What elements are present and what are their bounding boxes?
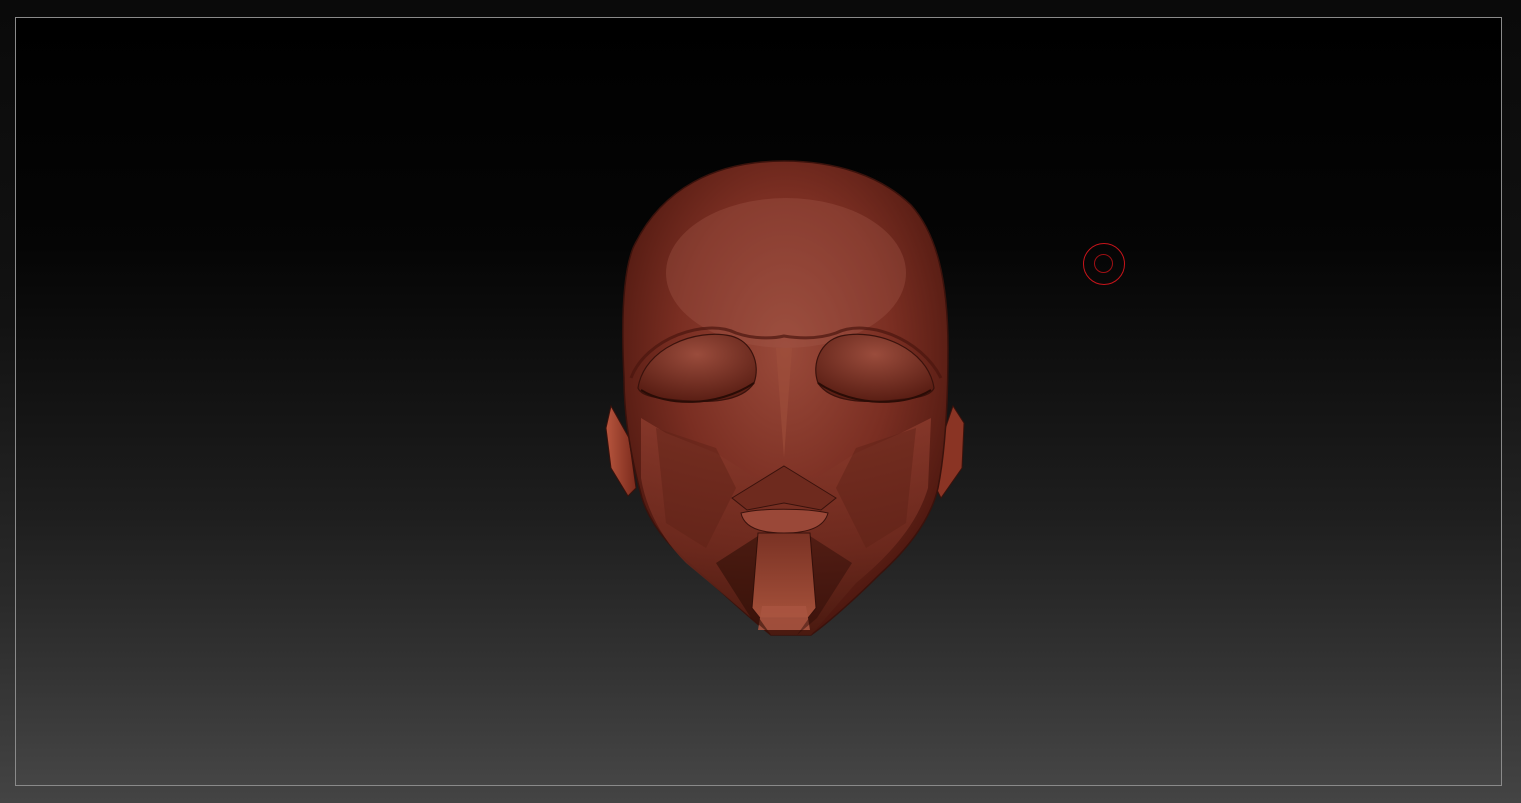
sculpt-model[interactable] <box>16 18 1502 786</box>
document-canvas[interactable] <box>15 17 1502 786</box>
chin[interactable] <box>751 532 817 619</box>
brush-cursor-center-icon <box>1094 254 1113 273</box>
chin-tip <box>758 606 810 630</box>
forehead-highlight <box>666 198 906 348</box>
brush-cursor-icon[interactable] <box>1083 243 1125 285</box>
app-window <box>0 0 1521 803</box>
